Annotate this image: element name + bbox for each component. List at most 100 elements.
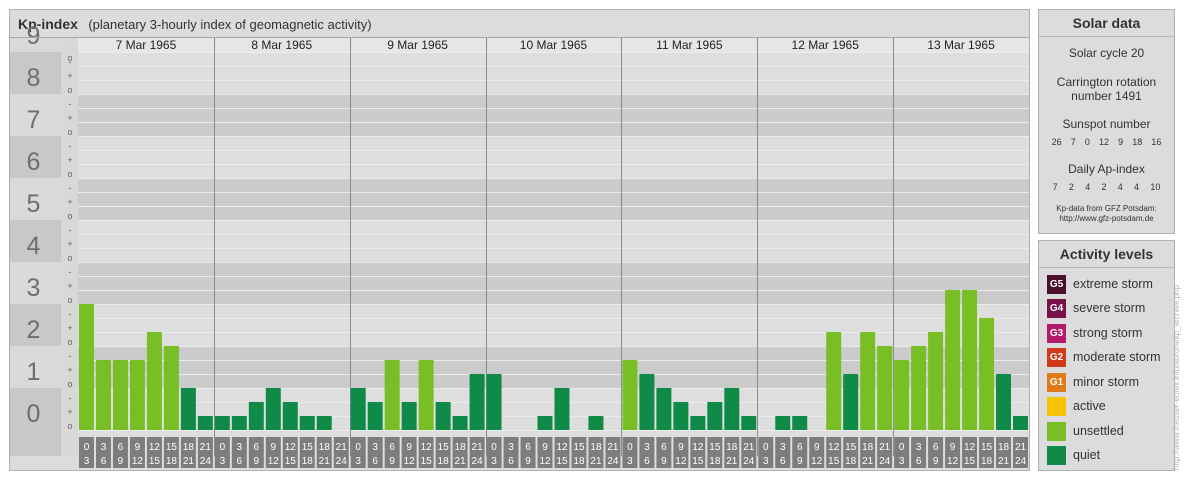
sunspot-value: 26: [1051, 137, 1062, 147]
y-minor-tick: -: [69, 351, 72, 361]
sunspot-value: 9: [1118, 137, 1124, 147]
slot-label-end: 12: [268, 456, 280, 467]
y-minor-tick: -: [69, 309, 72, 319]
source-line-2[interactable]: http://www.gfz-potsdam.de: [1039, 214, 1174, 223]
slot-label-start: 3: [372, 442, 378, 453]
slot-label-end: 3: [899, 456, 905, 467]
ap-value: 4: [1134, 182, 1140, 192]
y-tick-label: 3: [27, 274, 41, 302]
y-minor-tick: o: [67, 211, 72, 221]
slot-label-start: 0: [627, 442, 633, 453]
slot-label-start: 0: [355, 442, 361, 453]
kp-bar: [214, 416, 230, 430]
sunspot-value: 18: [1132, 137, 1143, 147]
slot-label-end: 24: [743, 456, 755, 467]
slot-label-start: 21: [607, 442, 619, 453]
slot-label-start: 9: [271, 442, 277, 453]
kp-bar: [129, 359, 145, 430]
slot-label-end: 9: [525, 456, 531, 467]
slot-label-end: 18: [981, 456, 993, 467]
y-minor-tick: o: [67, 127, 72, 137]
slot-label-start: 3: [101, 442, 107, 453]
legend-label: minor storm: [1073, 375, 1139, 389]
slot-label-start: 0: [491, 442, 497, 453]
slot-label-start: 6: [389, 442, 395, 453]
slot-label-end: 15: [828, 456, 840, 467]
y-minor-tick: o: [67, 253, 72, 263]
source-line-1: Kp-data from GFZ Potsdam:: [1056, 204, 1157, 213]
slot-label-end: 18: [302, 456, 314, 467]
y-minor-tick: o: [67, 337, 72, 347]
day-label: 7 Mar 1965: [116, 38, 177, 52]
sunspot-value: 12: [1098, 137, 1109, 147]
slot-label-end: 3: [763, 456, 769, 467]
slot-label-start: 15: [981, 442, 993, 453]
slot-label-start: 0: [899, 442, 905, 453]
legend-item-active: active: [1047, 396, 1106, 416]
slot-label-start: 6: [933, 442, 939, 453]
slot-label-start: 15: [845, 442, 857, 453]
slot-label-end: 9: [933, 456, 939, 467]
slot-label-end: 21: [998, 456, 1010, 467]
slot-label-start: 21: [1015, 442, 1027, 453]
kp-bar: [860, 332, 876, 430]
kp-bar: [384, 359, 400, 430]
slot-label-start: 3: [237, 442, 243, 453]
slot-label-start: 18: [183, 442, 195, 453]
slot-label-end: 6: [237, 456, 243, 467]
y-minor-tick: -: [69, 267, 72, 277]
sunspot-heading: Sunspot number: [1062, 117, 1151, 131]
kp-bar: [316, 416, 332, 430]
y-tick-label: 4: [27, 232, 41, 260]
legend-swatch: [1047, 445, 1066, 465]
slot-label-end: 24: [200, 456, 212, 467]
slot-label-start: 9: [135, 442, 141, 453]
slot-label-end: 12: [404, 456, 416, 467]
source-credit: http://www.fheuser-eufex.info/aurora/kp_…: [1172, 285, 1181, 470]
slot-label-start: 12: [964, 442, 976, 453]
kp-bar: [690, 416, 706, 430]
slot-label-start: 15: [166, 442, 178, 453]
y-tick-label: 1: [27, 358, 41, 386]
kp-bar: [911, 346, 927, 430]
slot-label-end: 24: [336, 456, 348, 467]
y-tick-label: 7: [27, 106, 41, 134]
ap-value: 4: [1085, 182, 1091, 192]
legend-item-g2: G2 moderate storm: [1047, 347, 1161, 367]
slot-label-end: 9: [254, 456, 260, 467]
kp-bar: [248, 401, 264, 430]
kp-bar: [962, 290, 978, 430]
solar-cycle: Solar cycle 20: [1068, 46, 1145, 60]
kp-bar: [741, 416, 757, 430]
sunspot-values: 26 7 0 12 9 18 16: [1039, 137, 1174, 147]
slot-label-end: 15: [149, 456, 161, 467]
legend-label: moderate storm: [1073, 350, 1161, 364]
slot-label-end: 12: [947, 456, 959, 467]
slot-label-end: 18: [166, 456, 178, 467]
y-tick-label: 8: [27, 64, 41, 92]
slot-label-end: 6: [780, 456, 786, 467]
slot-label-start: 9: [542, 442, 548, 453]
kp-bar: [197, 416, 213, 430]
slot-label-start: 15: [709, 442, 721, 453]
kp-bar: [299, 416, 315, 430]
legend-item-g4: G4 severe storm: [1047, 298, 1145, 318]
kp-bar: [95, 359, 111, 430]
slot-label-end: 21: [862, 456, 874, 467]
slot-label-start: 9: [950, 442, 956, 453]
slot-label-end: 21: [455, 456, 467, 467]
kp-bar: [639, 374, 655, 430]
slot-label-end: 18: [573, 456, 585, 467]
slot-label-end: 15: [964, 456, 976, 467]
sunspot-value: 7: [1070, 137, 1076, 147]
slot-label-end: 24: [472, 456, 484, 467]
ap-value: 2: [1068, 182, 1074, 192]
kp-bar: [894, 359, 910, 430]
plot-band: [78, 178, 1029, 220]
legend-item-quiet: quiet: [1047, 445, 1100, 465]
kp-bar: [843, 374, 859, 430]
legend-label: extreme storm: [1073, 277, 1153, 291]
slot-label-start: 0: [220, 442, 226, 453]
slot-label-start: 21: [200, 442, 212, 453]
slot-label-end: 21: [183, 456, 195, 467]
